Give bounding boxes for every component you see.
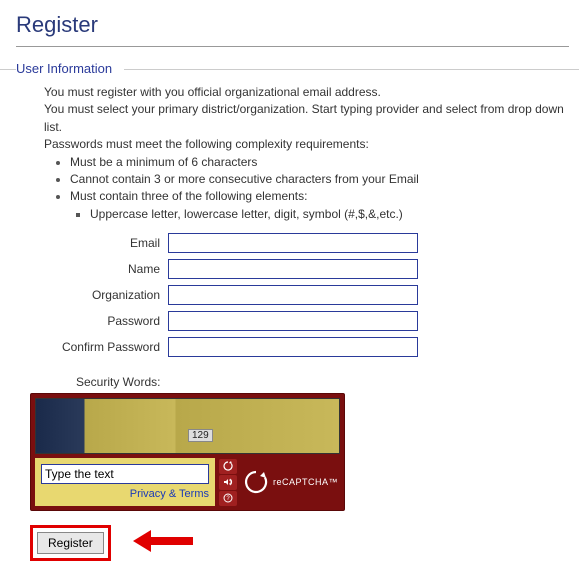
- captcha-image: 129: [35, 398, 340, 454]
- name-field[interactable]: [168, 259, 418, 279]
- help-icon[interactable]: ?: [219, 491, 237, 506]
- instr-line-3: Passwords must meet the following comple…: [44, 136, 569, 153]
- captcha-privacy-link[interactable]: Privacy & Terms: [41, 488, 209, 500]
- refresh-icon[interactable]: [219, 459, 237, 474]
- confirm-password-label: Confirm Password: [16, 340, 168, 354]
- recaptcha-icon: [243, 469, 269, 495]
- security-words-label: Security Words:: [76, 375, 569, 389]
- instr-req-3: Must contain three of the following elem…: [70, 189, 307, 203]
- password-field[interactable]: [168, 311, 418, 331]
- instr-line-2: You must select your primary district/or…: [44, 101, 569, 136]
- name-label: Name: [16, 262, 168, 276]
- register-button[interactable]: Register: [37, 532, 104, 554]
- organization-label: Organization: [16, 288, 168, 302]
- instr-req-2: Cannot contain 3 or more consecutive cha…: [70, 172, 419, 186]
- captcha-widget: 129 Privacy & Terms ?: [30, 393, 345, 511]
- captcha-image-text: 129: [188, 429, 213, 442]
- email-label: Email: [16, 236, 168, 250]
- password-label: Password: [16, 314, 168, 328]
- instr-line-1: You must register with you official orga…: [44, 84, 569, 101]
- register-highlight-box: Register: [30, 525, 111, 561]
- section-label: User Information: [16, 61, 569, 76]
- audio-icon[interactable]: [219, 475, 237, 490]
- email-field[interactable]: [168, 233, 418, 253]
- recaptcha-logo-text: reCAPTCHA™: [273, 477, 338, 487]
- page-title: Register: [16, 12, 569, 47]
- instr-req-1: Must be a minimum of 6 characters: [70, 155, 257, 169]
- captcha-input-area: Privacy & Terms: [35, 458, 215, 506]
- instructions-block: You must register with you official orga…: [44, 84, 569, 223]
- organization-field[interactable]: [168, 285, 418, 305]
- confirm-password-field[interactable]: [168, 337, 418, 357]
- arrow-icon: [133, 530, 193, 557]
- captcha-input[interactable]: [41, 464, 209, 484]
- recaptcha-logo: reCAPTCHA™: [243, 458, 338, 506]
- instr-req-3a: Uppercase letter, lowercase letter, digi…: [90, 207, 403, 221]
